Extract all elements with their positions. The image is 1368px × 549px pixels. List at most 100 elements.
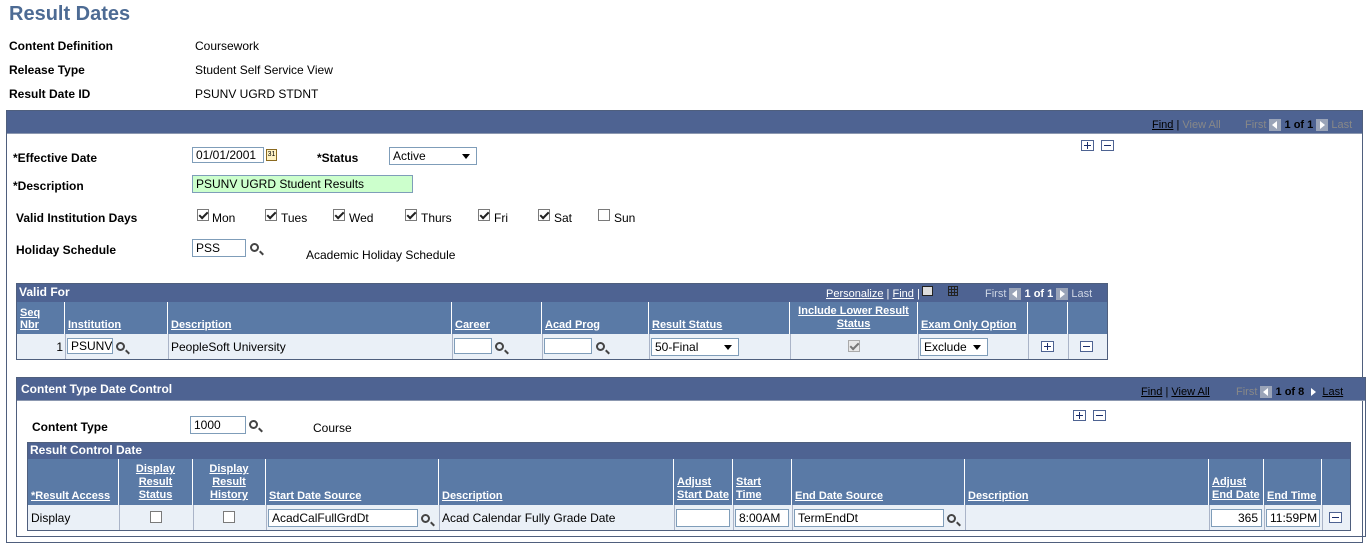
career-input[interactable] <box>454 338 492 354</box>
col-institution[interactable]: Institution <box>65 302 168 334</box>
view-all-link[interactable]: View All <box>1182 119 1220 131</box>
content-type-lookup-icon[interactable] <box>249 420 258 429</box>
effective-date-input[interactable]: 01/01/2001 <box>192 147 264 163</box>
col-acad-prog[interactable]: Acad Prog <box>542 302 649 334</box>
valid-for-title: Valid For <box>17 284 1107 302</box>
result-status-select[interactable]: 50-Final <box>651 338 739 356</box>
result-access-value: Display <box>31 511 71 525</box>
add-row-icon[interactable] <box>1081 140 1094 151</box>
end-date-source-input[interactable]: TermEndDt <box>794 509 944 527</box>
col-start-time[interactable]: Start Time <box>733 459 792 505</box>
first-link: First <box>1245 119 1267 131</box>
col-result-status[interactable]: Result Status <box>649 302 790 334</box>
wed-checkbox[interactable] <box>333 209 345 221</box>
start-time-input[interactable]: 8:00AM <box>735 509 789 527</box>
view-all-icon[interactable] <box>922 286 933 296</box>
frame-divider <box>7 133 1362 134</box>
col-start-date-source[interactable]: Start Date Source <box>266 459 439 505</box>
col-adjust-end-date[interactable]: Adjust End Date <box>1209 459 1264 505</box>
institution-input[interactable]: PSUNV <box>67 338 113 354</box>
fri-label: Fri <box>494 211 508 225</box>
col-end-description[interactable]: Description <box>965 459 1209 505</box>
holiday-schedule-input[interactable]: PSS <box>192 239 246 257</box>
sun-label: Sun <box>614 211 636 225</box>
col-career[interactable]: Career <box>452 302 542 334</box>
status-label: *Status <box>317 151 359 165</box>
content-type-count: 1 of 8 <box>1275 386 1305 398</box>
content-type-find-link[interactable]: Find <box>1141 386 1162 398</box>
row-divider <box>119 505 120 530</box>
sat-checkbox[interactable] <box>538 209 550 221</box>
acad-prog-lookup-icon[interactable] <box>596 342 605 351</box>
display-result-status-checkbox[interactable] <box>150 511 162 523</box>
row-divider <box>674 505 675 530</box>
description-input[interactable]: PSUNV UGRD Student Results <box>192 175 413 193</box>
content-type-add-icon[interactable] <box>1073 410 1086 421</box>
holiday-lookup-icon[interactable] <box>250 243 259 252</box>
end-date-source-lookup-icon[interactable] <box>947 514 956 523</box>
content-type-pager: First 1 of 8 Last <box>1236 386 1343 399</box>
result-date-id-label: Result Date ID <box>9 87 91 101</box>
content-type-last[interactable]: Last <box>1322 386 1343 398</box>
outer-nav: Find | View All <box>1152 119 1221 131</box>
content-type-input[interactable]: 1000 <box>190 416 246 434</box>
prev-icon <box>1269 119 1282 132</box>
col-description[interactable]: Description <box>168 302 452 334</box>
col-exam-only[interactable]: Exam Only Option <box>918 302 1028 334</box>
sun-checkbox[interactable] <box>598 209 610 221</box>
exam-only-select[interactable]: Exclude <box>920 338 988 356</box>
institution-description: PeopleSoft University <box>171 340 286 354</box>
col-display-result-status[interactable]: Display Result Status <box>119 459 193 505</box>
valid-for-add-row-icon[interactable] <box>1041 341 1054 352</box>
col-end-time[interactable]: End Time <box>1264 459 1322 505</box>
acad-prog-input[interactable] <box>544 338 592 354</box>
find-link[interactable]: Find <box>1152 119 1173 131</box>
display-result-history-checkbox[interactable] <box>223 511 235 523</box>
content-type-view-all-link[interactable]: View All <box>1171 386 1209 398</box>
col-display-result-history[interactable]: Display Result History <box>193 459 266 505</box>
rcd-delete-row-icon[interactable] <box>1329 512 1342 523</box>
outer-pager: First 1 of 1 Last <box>1245 119 1352 132</box>
col-include-lower[interactable]: Include Lower Result Status <box>790 302 918 334</box>
content-type-next-icon[interactable] <box>1307 386 1320 399</box>
result-date-id-value: PSUNV UGRD STDNT <box>195 87 319 101</box>
institution-lookup-icon[interactable] <box>116 342 125 351</box>
row-divider <box>1264 505 1265 530</box>
content-type-nav: Find | View All <box>1141 386 1210 398</box>
career-lookup-icon[interactable] <box>495 342 504 351</box>
mon-label: Mon <box>212 211 236 225</box>
valid-days-label: Valid Institution Days <box>16 211 138 225</box>
mon-checkbox[interactable] <box>197 209 209 221</box>
col-seq-nbr[interactable]: Seq Nbr <box>17 302 65 334</box>
row-divider <box>918 334 919 359</box>
col-end-date-source[interactable]: End Date Source <box>792 459 965 505</box>
holiday-schedule-label: Holiday Schedule <box>16 243 117 257</box>
row-divider <box>790 334 791 359</box>
include-lower-checkbox[interactable] <box>848 340 860 352</box>
start-date-source-lookup-icon[interactable] <box>421 514 430 523</box>
fri-checkbox[interactable] <box>478 209 490 221</box>
content-type-delete-icon[interactable] <box>1093 410 1106 421</box>
tues-checkbox[interactable] <box>265 209 277 221</box>
row-divider <box>452 334 453 359</box>
adjust-end-date-input[interactable]: 365 <box>1211 509 1262 527</box>
valid-for-find-link[interactable]: Find <box>892 288 913 300</box>
personalize-link[interactable]: Personalize <box>826 288 883 300</box>
start-date-source-input[interactable]: AcadCalFullGrdDt <box>268 509 418 527</box>
col-start-description[interactable]: Description <box>439 459 674 505</box>
holiday-schedule-desc: Academic Holiday Schedule <box>306 248 456 262</box>
adjust-start-date-input[interactable] <box>676 509 730 527</box>
valid-for-delete-row-icon[interactable] <box>1080 341 1093 352</box>
tues-label: Tues <box>281 211 308 225</box>
status-select[interactable]: Active <box>389 147 477 165</box>
row-divider <box>1028 334 1029 359</box>
end-time-input[interactable]: 11:59PM <box>1266 509 1320 527</box>
col-adjust-start-date[interactable]: Adjust Start Date <box>674 459 733 505</box>
row-count: 1 of 1 <box>1284 119 1314 131</box>
download-icon[interactable] <box>948 286 958 296</box>
calendar-icon[interactable]: 31 <box>266 149 277 161</box>
seq-nbr-value: 1 <box>56 340 63 354</box>
delete-row-icon[interactable] <box>1101 140 1114 151</box>
col-result-access[interactable]: *Result Access <box>28 459 119 505</box>
thurs-checkbox[interactable] <box>405 209 417 221</box>
